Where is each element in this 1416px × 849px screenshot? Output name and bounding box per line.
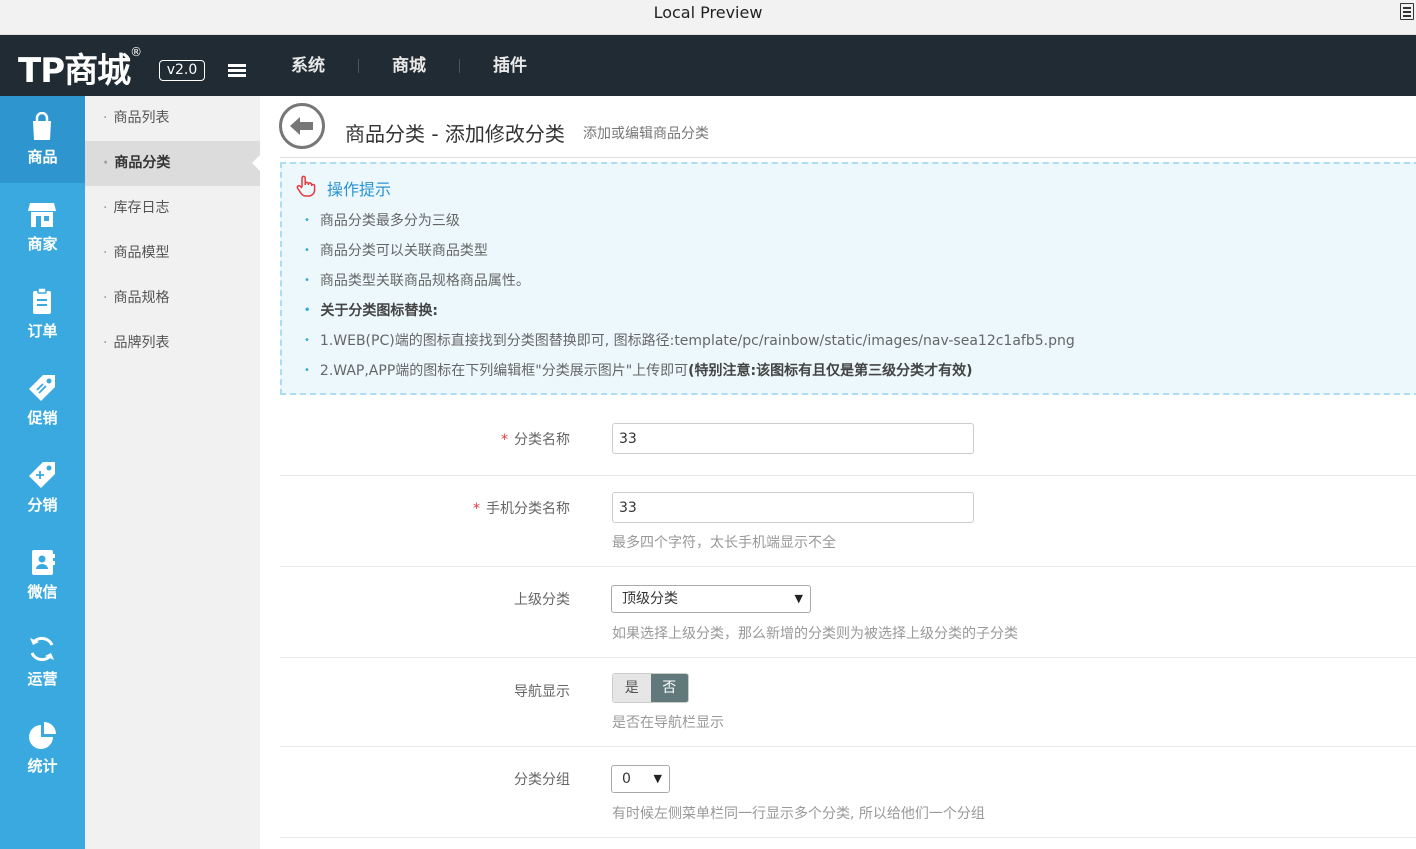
tip-line: 1.WEB(PC)端的图标直接找到分类图替换即可, 图标路径:template/… [304,330,1075,350]
dropdown-arrow-icon: ▼ [794,592,803,605]
sidebar-item-label: 商家 [27,235,58,253]
mobile-category-name-input[interactable] [612,492,974,523]
refresh-icon [30,636,54,662]
logo[interactable]: TP商城® [18,43,142,92]
field-hint: 是否在导航栏显示 [612,715,724,731]
version-badge: v2.0 [159,60,205,81]
form-row-group: 分类分组 0 ▼ 有时候左侧菜单栏同一行显示多个分类, 所以给他们一个分组 [280,747,1416,838]
pie-chart-icon [29,722,56,749]
shopping-bag-icon [33,112,51,140]
sidebar-item-promotion[interactable]: 促销 [0,357,85,444]
sidebar-item-label: 分销 [27,496,58,514]
top-nav-system[interactable]: 系统 [258,57,359,74]
page-title: 商品分类 - 添加修改分类 [345,122,565,146]
sidebar-item-statistics[interactable]: 统计 [0,705,85,792]
sub-sidebar: 商品列表 商品分类 库存日志 商品模型 商品规格 品牌列表 [85,96,260,849]
tip-line: 关于分类图标替换: [304,300,438,320]
subnav-brand-list[interactable]: 品牌列表 [85,321,260,366]
field-hint: 如果选择上级分类，那么新增的分类则为被选择上级分类的子分类 [612,626,1018,642]
nav-show-toggle[interactable]: 是 否 [612,673,689,703]
toggle-yes-option[interactable]: 是 [613,674,651,702]
sidebar-toggle-icon[interactable] [228,64,246,78]
subnav-goods-spec[interactable]: 商品规格 [85,276,260,321]
top-nav-menu: 系统 商城 插件 [258,35,560,96]
category-group-select[interactable]: 0 ▼ [611,765,670,793]
dropdown-arrow-icon: ▼ [653,772,662,785]
field-hint: 有时候左侧菜单栏同一行显示多个分类, 所以给他们一个分组 [612,806,985,822]
top-navbar: TP商城® v2.0 系统 商城 插件 [0,35,1416,96]
form-row-mobile-name: *手机分类名称 最多四个字符，太长手机端显示不全 [280,476,1416,567]
sidebar-item-wechat[interactable]: 微信 [0,531,85,618]
sidebar-item-label: 微信 [27,583,58,601]
form-row-nav-show: 导航显示 是 否 是否在导航栏显示 [280,658,1416,747]
back-button[interactable] [279,103,325,149]
tip-note: (特别注意:该图标有且仅是第三级分类才有效) [688,363,973,379]
order-icon [33,287,51,314]
tip-line: 商品分类可以关联商品类型 [304,240,488,260]
field-label: * 分类名称 [501,432,570,448]
subnav-stock-log[interactable]: 库存日志 [85,186,260,231]
sidebar-item-orders[interactable]: 订单 [0,270,85,357]
parent-category-select[interactable]: 顶级分类 ▼ [611,585,811,613]
sidebar-item-label: 订单 [27,322,58,340]
menu-icon[interactable] [1400,3,1414,20]
field-label: 分类分组 [514,772,570,788]
field-label: 上级分类 [514,592,570,608]
tip-line: 商品类型关联商品规格商品属性。 [304,270,530,290]
subnav-goods-model[interactable]: 商品模型 [85,231,260,276]
tips-title: 操作提示 [327,180,392,199]
field-hint: 最多四个字符，太长手机端显示不全 [612,535,836,551]
sidebar-item-label: 促销 [27,409,58,427]
category-name-input[interactable] [612,423,974,454]
window-title: Local Preview [653,3,763,22]
distribution-tag-icon [29,462,55,488]
form-row-parent: 上级分类 顶级分类 ▼ 如果选择上级分类，那么新增的分类则为被选择上级分类的子分类 [280,567,1416,658]
toggle-no-option[interactable]: 否 [650,674,688,702]
sidebar-item-merchant[interactable]: 商家 [0,183,85,270]
field-label: * 手机分类名称 [473,501,570,517]
top-nav-plugins[interactable]: 插件 [460,57,560,74]
subnav-goods-list[interactable]: 商品列表 [85,96,260,141]
field-label: 导航显示 [514,684,570,700]
sidebar-item-label: 商品 [27,148,58,166]
page-subtitle: 添加或编辑商品分类 [583,126,709,142]
sidebar-item-label: 统计 [27,757,58,775]
window-titlebar: Local Preview [0,0,1416,35]
promotion-tag-icon [29,375,55,401]
sidebar-item-label: 运营 [27,670,58,688]
sidebar-item-goods[interactable]: 商品 [0,96,85,183]
top-nav-mall[interactable]: 商城 [359,57,460,74]
subnav-goods-category[interactable]: 商品分类 [85,141,260,186]
sidebar-item-operations[interactable]: 运营 [0,618,85,705]
tip-line: 商品分类最多分为三级 [304,210,460,230]
tip-line: 2.WAP,APP端的图标在下列编辑框"分类展示图片"上传即可(特别注意:该图标… [304,360,973,380]
tips-panel: 操作提示 商品分类最多分为三级 商品分类可以关联商品类型 商品类型关联商品规格商… [280,162,1416,395]
pointing-hand-icon [296,175,316,197]
main-content: 商品分类 - 添加修改分类 添加或编辑商品分类 操作提示 商品分类最多分为三级 … [260,96,1416,849]
arrow-left-icon [290,117,313,135]
store-icon [28,203,56,227]
wechat-book-icon [32,550,55,575]
form-row-name: * 分类名称 [280,406,1416,476]
header-divider [280,157,1416,158]
sidebar-item-distribution[interactable]: 分销 [0,444,85,531]
icon-sidebar: 商品 商家 订单 促销 分销 微信 运营 统计 [0,96,85,849]
